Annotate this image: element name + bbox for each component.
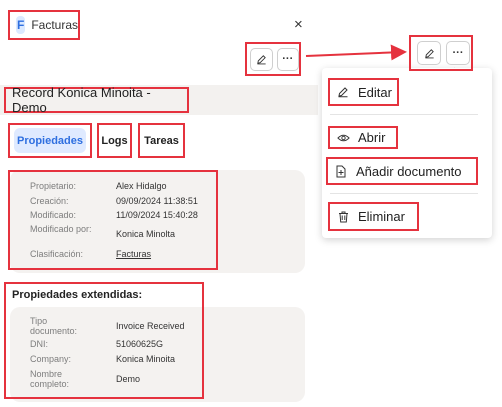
menu-item-label: Editar <box>358 84 392 100</box>
menu-item-label: Eliminar <box>358 209 405 224</box>
more-button[interactable]: ··· <box>446 41 470 65</box>
menu-item-abrir[interactable]: Abrir <box>328 126 398 149</box>
eye-icon <box>336 133 350 143</box>
pencil-icon <box>424 48 434 58</box>
arrow-to-menu <box>305 44 407 61</box>
menu-item-eliminar[interactable]: Eliminar <box>328 202 419 231</box>
add-file-icon <box>334 165 348 178</box>
edit-button[interactable] <box>417 41 441 65</box>
menu-item-editar[interactable]: Editar <box>328 78 399 106</box>
action-buttons-zoom: ··· <box>409 35 473 71</box>
menu-divider <box>330 193 478 194</box>
ellipsis-icon: ··· <box>452 47 464 59</box>
menu-item-anadir-documento[interactable]: Añadir documento <box>326 157 478 185</box>
trash-icon <box>336 211 350 223</box>
pencil-icon <box>336 86 350 98</box>
menu-item-label: Añadir documento <box>356 163 462 179</box>
menu-item-label: Abrir <box>358 130 386 145</box>
menu-divider <box>330 114 478 115</box>
